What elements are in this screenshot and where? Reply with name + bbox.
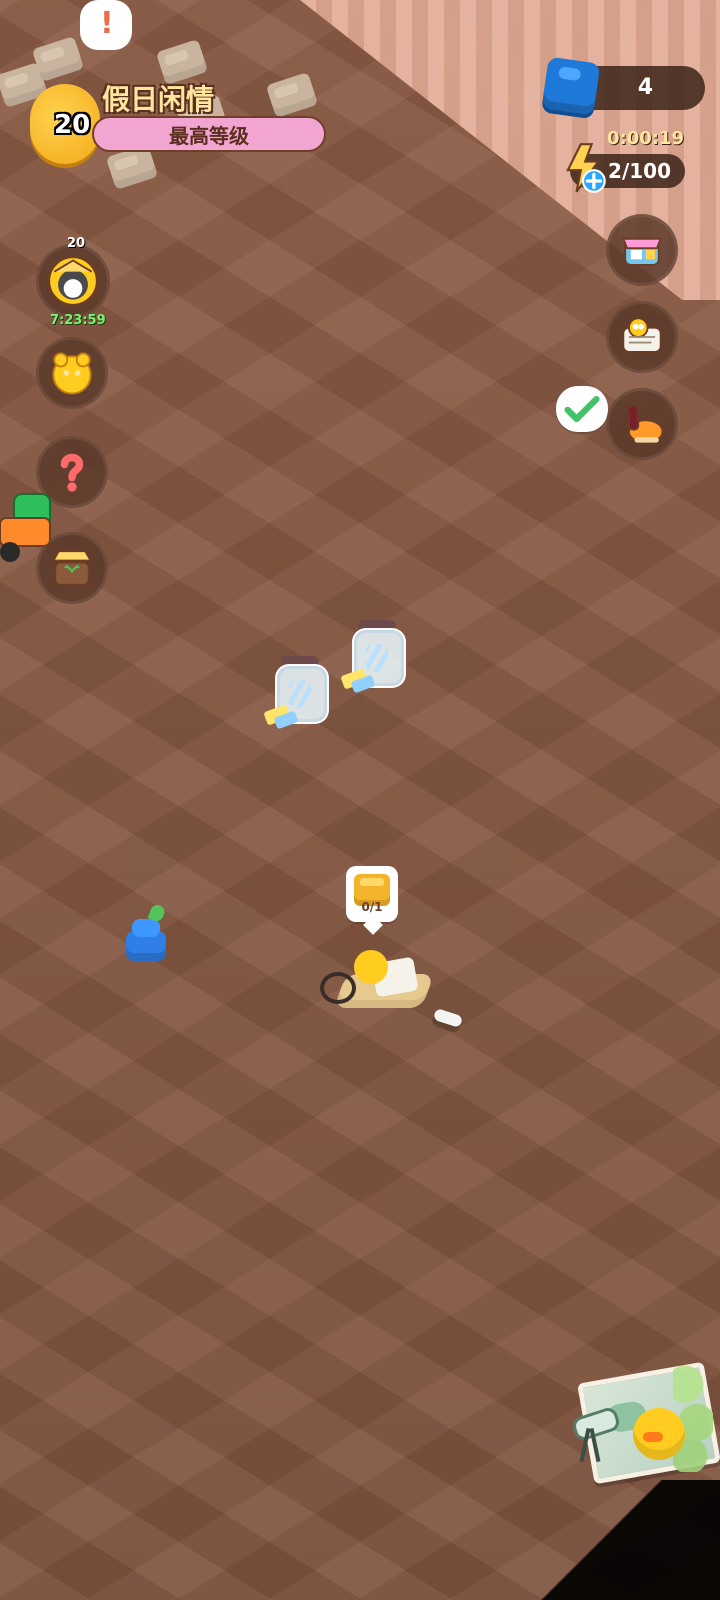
corner-shadow: [540, 1480, 720, 1600]
jar-sparkle: [366, 644, 388, 672]
duck-character: [354, 950, 388, 984]
glass-jar[interactable]: [340, 620, 406, 694]
reading-duck-station[interactable]: [320, 950, 440, 1010]
check-icon: [564, 395, 600, 423]
newspaper-button[interactable]: [606, 301, 678, 373]
jar-sparkle: [289, 680, 311, 708]
header-panel: 20 假日闲情 最高等级: [30, 78, 326, 166]
warning-pin-icon[interactable]: [80, 0, 132, 50]
profile-badge-level: 20: [67, 236, 86, 251]
telescope-body: [570, 1405, 622, 1443]
gem-icon: [541, 56, 601, 116]
task-complete-bubble[interactable]: [556, 386, 608, 432]
food-icon: [628, 406, 664, 444]
duckling-icon: [633, 1408, 685, 1460]
profile-button[interactable]: [36, 244, 110, 318]
gem-count: 4: [637, 75, 653, 100]
crate-request-bubble[interactable]: 0/1: [346, 866, 398, 922]
energy-timer: 0:00:19: [607, 128, 685, 149]
level-bar: 最高等级: [92, 116, 326, 152]
food-button[interactable]: [606, 388, 678, 460]
level-number: 20: [54, 110, 91, 140]
energy-count: 2/100: [608, 159, 671, 183]
newspaper-icon: [622, 317, 662, 353]
shop-button[interactable]: [606, 214, 678, 286]
avatar-icon: [47, 255, 99, 307]
profile-timer: 7:23:59: [50, 313, 106, 328]
telescope-icon: [565, 1402, 622, 1463]
bear-icon: [52, 352, 92, 395]
energy-counter[interactable]: 2/100: [566, 143, 685, 193]
block-top: [132, 919, 160, 937]
gem-counter[interactable]: 4: [541, 56, 705, 116]
map-button[interactable]: [570, 1361, 720, 1485]
crate-count: 0/1: [361, 900, 383, 914]
bear-button[interactable]: [36, 337, 108, 409]
blue-block-item[interactable]: [122, 903, 170, 965]
level-bar-label: 最高等级: [169, 123, 249, 148]
shop-icon: [621, 237, 663, 266]
mosquito-coil-icon: [320, 972, 356, 1004]
energy-bolt-icon[interactable]: [560, 142, 606, 194]
toy-vehicle-icon[interactable]: [0, 484, 60, 594]
event-title: 假日闲情: [102, 83, 215, 116]
glass-jar[interactable]: [263, 656, 329, 730]
